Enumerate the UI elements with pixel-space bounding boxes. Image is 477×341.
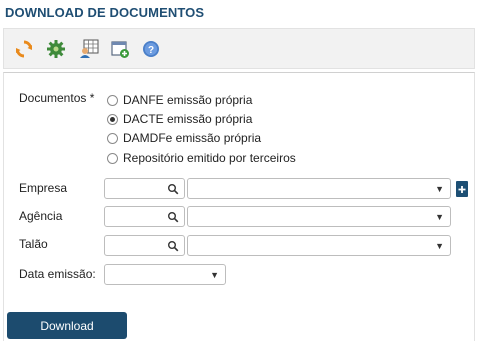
- talao-label: Talão: [19, 237, 48, 251]
- search-icon[interactable]: [167, 211, 179, 223]
- data-emissao-label: Data emissão:: [19, 267, 96, 281]
- radio-button[interactable]: [107, 94, 118, 106]
- documentos-label: Documentos *: [19, 91, 95, 105]
- chevron-down-icon: ▼: [210, 270, 219, 280]
- radio-repositorio[interactable]: Repositório emitido por terceiros: [107, 150, 296, 166]
- plus-icon: [458, 186, 466, 193]
- radio-damdfe[interactable]: DAMDFe emissão própria: [107, 130, 261, 146]
- empresa-code-input[interactable]: [104, 178, 185, 199]
- radio-button[interactable]: [107, 152, 118, 164]
- radio-dacte[interactable]: DACTE emissão própria: [107, 111, 252, 127]
- add-window-icon[interactable]: [110, 39, 130, 59]
- radio-label: DACTE emissão própria: [123, 112, 253, 126]
- radio-button-selected[interactable]: [107, 113, 118, 125]
- talao-code-input[interactable]: [104, 235, 185, 256]
- add-empresa-button[interactable]: [456, 181, 468, 197]
- page-title: DOWNLOAD DE DOCUMENTOS: [5, 5, 205, 20]
- empresa-label: Empresa: [19, 181, 68, 195]
- talao-select[interactable]: ▼: [187, 235, 451, 256]
- toolbar: ?: [3, 28, 475, 69]
- search-icon[interactable]: [167, 183, 179, 195]
- radio-label: DANFE emissão própria: [123, 93, 253, 107]
- refresh-icon[interactable]: [14, 39, 34, 59]
- radio-label: DAMDFe emissão própria: [123, 131, 262, 145]
- agencia-label: Agência: [19, 209, 63, 223]
- download-button[interactable]: Download: [7, 312, 127, 339]
- chevron-down-icon: ▼: [435, 184, 444, 194]
- data-emissao-select[interactable]: ▼: [104, 264, 226, 285]
- empresa-select[interactable]: ▼: [187, 178, 451, 199]
- radio-label: Repositório emitido por terceiros: [123, 151, 296, 165]
- gear-icon[interactable]: [46, 39, 66, 59]
- svg-text:?: ?: [148, 45, 154, 56]
- help-icon[interactable]: ?: [141, 39, 161, 59]
- radio-danfe[interactable]: DANFE emissão própria: [107, 92, 252, 108]
- chevron-down-icon: ▼: [435, 241, 444, 251]
- agencia-select[interactable]: ▼: [187, 206, 451, 227]
- radio-button[interactable]: [107, 132, 118, 144]
- agencia-code-input[interactable]: [104, 206, 185, 227]
- chevron-down-icon: ▼: [435, 212, 444, 222]
- search-icon[interactable]: [167, 240, 179, 252]
- user-grid-icon[interactable]: [79, 39, 99, 59]
